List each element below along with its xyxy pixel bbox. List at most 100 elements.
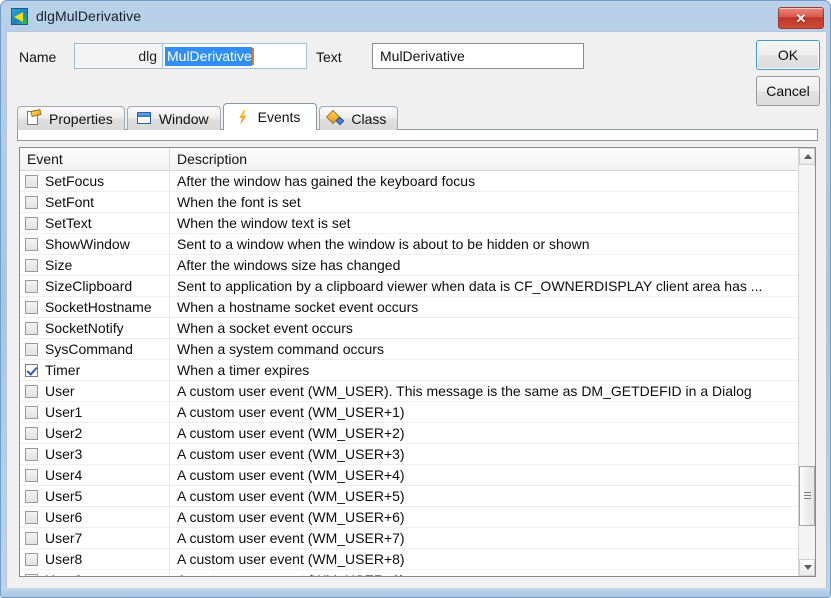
event-cell: SetFont <box>20 192 170 212</box>
table-row[interactable]: SocketHostname When a hostname socket eve… <box>20 297 815 318</box>
scrollbar-thumb[interactable] <box>799 466 815 526</box>
event-name: SysCommand <box>45 341 133 357</box>
event-name: User4 <box>45 467 83 483</box>
event-checkbox[interactable] <box>25 510 38 524</box>
event-checkbox[interactable] <box>25 195 38 209</box>
text-input[interactable]: MulDerivative <box>372 43 584 69</box>
event-checkbox[interactable] <box>25 552 38 566</box>
tab-window[interactable]: Window <box>126 106 221 130</box>
event-cell: User7 <box>20 528 170 548</box>
grid-header: Event Description <box>20 148 815 171</box>
event-checkbox[interactable] <box>25 237 38 251</box>
name-input[interactable]: MulDerivative <box>162 43 307 69</box>
tab-class[interactable]: Class <box>319 106 399 130</box>
table-row[interactable]: SetFocus After the window has gained the … <box>20 171 815 192</box>
event-description: A custom user event (WM_USER+5) <box>177 488 405 504</box>
tab-content-top-strip <box>17 129 818 141</box>
event-checkbox[interactable] <box>25 321 38 335</box>
table-row[interactable]: SetFont When the font is set <box>20 192 815 213</box>
tab-events-label: Events <box>257 109 301 125</box>
table-row[interactable]: SysCommand When a system command occurs <box>20 339 815 360</box>
event-checkbox[interactable] <box>25 405 38 419</box>
name-prefix-value: dlg <box>138 48 157 64</box>
table-row[interactable]: User A custom user event (WM_USER). This … <box>20 381 815 402</box>
event-name: SetFocus <box>45 173 105 189</box>
event-description: After the windows size has changed <box>177 257 401 273</box>
table-row[interactable]: SetText When the window text is set <box>20 213 815 234</box>
table-row[interactable]: User9A custom user event (WM_USER+9) <box>20 570 815 576</box>
event-cell: User2 <box>20 423 170 443</box>
event-cell: SetFocus <box>20 171 170 191</box>
table-row[interactable]: Timer When a timer expires <box>20 360 815 381</box>
table-row[interactable]: ShowWindow Sent to a window when the wind… <box>20 234 815 255</box>
event-cell: SocketHostname <box>20 297 170 317</box>
grid-scrollbar[interactable] <box>798 148 815 576</box>
scroll-up-button[interactable] <box>799 148 815 165</box>
window-icon <box>136 111 152 126</box>
table-row[interactable]: User5 A custom user event (WM_USER+5) <box>20 486 815 507</box>
table-row[interactable]: User7 A custom user event (WM_USER+7) <box>20 528 815 549</box>
event-description: When a system command occurs <box>177 341 384 357</box>
name-label: Name <box>19 49 57 65</box>
identity-form: Name dlg MulDerivative Text MulDerivativ… <box>7 32 826 110</box>
table-row[interactable]: User4 A custom user event (WM_USER+4) <box>20 465 815 486</box>
event-checkbox[interactable] <box>25 279 38 293</box>
table-row[interactable]: SizeClipboard Sent to application by a cl… <box>20 276 815 297</box>
ok-button[interactable]: OK <box>756 40 820 70</box>
table-row[interactable]: Size After the windows size has changed <box>20 255 815 276</box>
event-description: When a hostname socket event occurs <box>177 299 419 315</box>
tab-class-label: Class <box>351 110 387 127</box>
event-checkbox[interactable] <box>25 468 38 482</box>
text-label: Text <box>316 49 342 65</box>
event-cell: User1 <box>20 402 170 422</box>
event-name: SetText <box>45 215 92 231</box>
event-name: User <box>45 383 75 399</box>
event-description: A custom user event (WM_USER+6) <box>177 509 405 525</box>
table-row[interactable]: User2 A custom user event (WM_USER+2) <box>20 423 815 444</box>
event-checkbox[interactable] <box>25 531 38 545</box>
event-description: A custom user event (WM_USER). This mess… <box>177 383 752 399</box>
event-description: When the font is set <box>177 194 301 210</box>
event-name: SizeClipboard <box>45 278 133 294</box>
event-checkbox[interactable] <box>25 174 38 188</box>
window-title: dlgMulDerivative <box>36 8 142 24</box>
event-checkbox[interactable] <box>25 384 38 398</box>
scroll-down-icon <box>804 565 812 570</box>
event-checkbox[interactable] <box>25 489 38 503</box>
name-input-value: MulDerivative <box>165 46 252 66</box>
tab-properties[interactable]: Properties <box>17 106 125 130</box>
event-cell: ShowWindow <box>20 234 170 254</box>
event-description: When a timer expires <box>177 362 310 378</box>
tab-window-label: Window <box>158 110 209 127</box>
cancel-button[interactable]: Cancel <box>756 76 820 106</box>
event-description: A custom user event (WM_USER+3) <box>177 446 405 462</box>
event-description: Sent to a window when the window is abou… <box>177 236 590 252</box>
event-checkbox[interactable] <box>25 447 38 461</box>
table-row[interactable]: User3 A custom user event (WM_USER+3) <box>20 444 815 465</box>
event-cell: User9 <box>20 570 170 576</box>
scroll-down-button[interactable] <box>799 559 815 576</box>
tab-events[interactable]: Events <box>222 103 318 130</box>
table-row[interactable]: User8 A custom user event (WM_USER+8) <box>20 549 815 570</box>
event-description: A custom user event (WM_USER+4) <box>177 467 405 483</box>
event-checkbox[interactable] <box>25 258 38 272</box>
window-bottom-edge <box>1 588 830 597</box>
event-checkbox[interactable] <box>25 300 38 314</box>
event-cell: User3 <box>20 444 170 464</box>
event-description: Sent to application by a clipboard viewe… <box>177 278 763 294</box>
event-name: ShowWindow <box>45 236 130 252</box>
event-checkbox[interactable] <box>25 363 38 377</box>
table-row[interactable]: User1 A custom user event (WM_USER+1) <box>20 402 815 423</box>
tab-strip: Properties Window Events Class <box>17 103 818 130</box>
close-button[interactable]: ✕ <box>778 7 824 29</box>
event-name: User2 <box>45 425 83 441</box>
event-checkbox[interactable] <box>25 342 38 356</box>
event-checkbox[interactable] <box>25 216 38 230</box>
event-name: Timer <box>45 362 81 378</box>
table-row[interactable]: SocketNotify When a socket event occurs <box>20 318 815 339</box>
event-name: User6 <box>45 509 83 525</box>
event-checkbox[interactable] <box>25 426 38 440</box>
column-header-event: Event <box>20 148 170 170</box>
event-description: A custom user event (WM_USER+1) <box>177 404 405 420</box>
table-row[interactable]: User6 A custom user event (WM_USER+6) <box>20 507 815 528</box>
